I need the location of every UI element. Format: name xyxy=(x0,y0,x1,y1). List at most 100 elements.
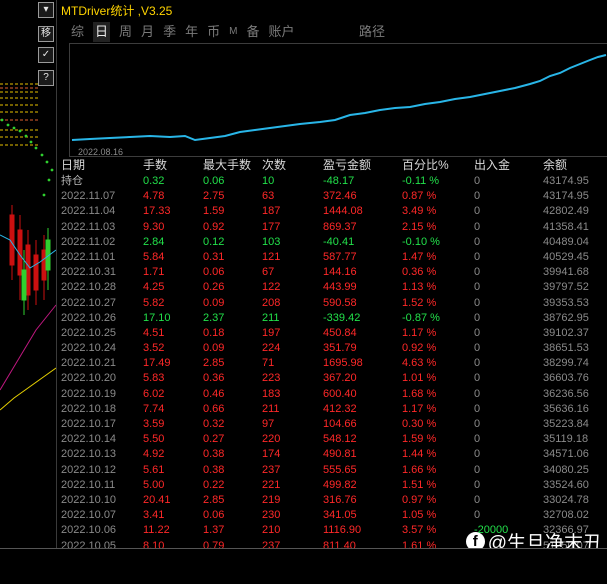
row-percent: 2.15 % xyxy=(402,220,437,233)
row-percent: 3.49 % xyxy=(402,205,437,218)
row-lots: 5.82 xyxy=(143,296,165,309)
table-row[interactable]: 2022.11.01 5.84 0.31 121 587.77 1.47 % 0 40529.… xyxy=(61,250,607,265)
move-button[interactable]: 移 xyxy=(38,26,54,42)
row-max-lots: 0.26 xyxy=(203,281,225,294)
tab-day[interactable]: 日 xyxy=(93,22,111,42)
row-pnl: 443.99 xyxy=(323,281,357,294)
row-count: 211 xyxy=(262,402,280,415)
daily-stats-table: 日期 手数 最大手数 次数 盈亏金额 百分比% 出入金 余额 持仓 0.32 0… xyxy=(61,158,607,584)
hold-lots: 0.32 xyxy=(143,175,165,187)
tab-quarter[interactable]: 季 xyxy=(163,22,176,42)
row-date: 2022.11.02 xyxy=(61,235,116,248)
row-lots: 4.51 xyxy=(143,326,165,339)
table-row[interactable]: 2022.11.03 9.30 0.92 177 869.37 2.15 % 0 41358.… xyxy=(61,220,607,235)
row-count: 220 xyxy=(262,433,281,446)
tab-overview[interactable]: 综 xyxy=(71,22,84,42)
table-row[interactable]: 2022.10.11 5.00 0.22 221 499.82 1.51 % 0 33524.… xyxy=(61,478,607,493)
table-row[interactable]: 2022.10.14 5.50 0.27 220 548.12 1.59 % 0 35119.… xyxy=(61,432,607,447)
row-balance: 32708.02 xyxy=(543,509,589,522)
tab-m[interactable]: M xyxy=(229,22,237,42)
row-percent: 0.92 % xyxy=(402,342,437,355)
equity-curve: 2022.08.16 xyxy=(69,43,607,157)
table-row[interactable]: 2022.10.19 6.02 0.46 183 600.40 1.68 % 0 36236.… xyxy=(61,387,607,402)
row-balance: 35119.18 xyxy=(543,433,589,446)
row-lots: 5.83 xyxy=(143,372,165,385)
table-row[interactable]: 2022.10.12 5.61 0.38 237 555.65 1.66 % 0 34080.… xyxy=(61,463,607,478)
row-pnl: 351.79 xyxy=(323,342,357,355)
row-max-lots: 0.38 xyxy=(203,448,225,461)
row-max-lots: 2.85 xyxy=(203,357,225,370)
table-row[interactable]: 2022.10.31 1.71 0.06 67 144.16 0.36 % 0 39941.6… xyxy=(61,265,607,280)
row-pnl: 144.16 xyxy=(323,266,357,279)
tab-year[interactable]: 年 xyxy=(185,22,198,42)
row-count: 71 xyxy=(262,357,275,370)
tab-path[interactable]: 路径 xyxy=(359,22,385,42)
table-row[interactable]: 2022.10.13 4.92 0.38 174 490.81 1.44 % 0 34571.… xyxy=(61,447,607,462)
curve-start-date: 2022.08.16 xyxy=(78,147,124,157)
row-balance: 35636.16 xyxy=(543,402,589,415)
table-row[interactable]: 2022.10.24 3.52 0.09 224 351.79 0.92 % 0 38651.… xyxy=(61,341,607,356)
col-max-lots: 最大手数 xyxy=(203,158,252,172)
row-deposit: 0 xyxy=(474,372,481,385)
holding-row[interactable]: 持仓 0.32 0.06 10 -48.17 -0.11 % 0 43174.9… xyxy=(61,174,607,189)
row-max-lots: 0.32 xyxy=(203,418,225,430)
tab-account[interactable]: 账户 xyxy=(268,22,294,42)
col-percent: 百分比% xyxy=(402,158,449,172)
row-count: 221 xyxy=(262,478,281,491)
col-date: 日期 xyxy=(61,158,86,172)
hold-max-lots: 0.06 xyxy=(203,175,225,187)
tab-notes[interactable]: 备 xyxy=(246,22,259,42)
row-lots: 3.52 xyxy=(143,342,165,355)
row-balance: 40489.04 xyxy=(543,235,589,248)
table-row[interactable]: 2022.11.07 4.78 2.75 63 372.46 0.87 % 0 43174.9… xyxy=(61,189,607,204)
row-pnl: 1116.90 xyxy=(323,524,362,537)
collapse-button[interactable]: ▾ xyxy=(38,2,54,18)
table-row[interactable]: 2022.10.17 3.59 0.32 97 104.66 0.30 % 0 35223.8… xyxy=(61,417,607,432)
row-deposit: 0 xyxy=(474,463,481,476)
row-deposit: 0 xyxy=(474,235,481,248)
table-row[interactable]: 2022.10.27 5.82 0.09 208 590.58 1.52 % 0 39353.… xyxy=(61,296,607,311)
hold-percent: -0.11 % xyxy=(402,175,440,187)
row-percent: 1.01 % xyxy=(402,372,437,385)
left-chart-strip: ▾ 移 ✓ ? xyxy=(0,0,56,548)
row-max-lots: 0.27 xyxy=(203,433,225,446)
table-row[interactable]: 2022.10.21 17.49 2.85 71 1695.98 4.63 % 0 38299… xyxy=(61,356,607,371)
row-percent: 1.51 % xyxy=(402,478,437,491)
col-lots: 手数 xyxy=(143,158,168,172)
table-row[interactable]: 2022.10.28 4.25 0.26 122 443.99 1.13 % 0 39797.… xyxy=(61,280,607,295)
row-pnl: 490.81 xyxy=(323,448,357,461)
help-button[interactable]: ? xyxy=(38,70,54,86)
table-row[interactable]: 2022.10.25 4.51 0.18 197 450.84 1.17 % 0 39102.… xyxy=(61,326,607,341)
tab-currency[interactable]: 币 xyxy=(207,22,220,42)
table-row[interactable]: 2022.10.20 5.83 0.36 223 367.20 1.01 % 0 36603.… xyxy=(61,371,607,386)
table-row[interactable]: 2022.10.10 20.41 2.85 219 316.76 0.97 % 0 33024… xyxy=(61,493,607,508)
tab-month[interactable]: 月 xyxy=(141,22,154,42)
row-pnl: 372.46 xyxy=(323,190,357,203)
row-percent: 0.97 % xyxy=(402,493,437,506)
row-max-lots: 0.06 xyxy=(203,509,225,522)
row-lots: 9.30 xyxy=(143,220,165,233)
table-row[interactable]: 2022.10.26 17.10 2.37 211 -339.42 -0.87 % 0 387… xyxy=(61,311,607,326)
table-row[interactable]: 2022.11.02 2.84 0.12 103 -40.41 -0.10 % 0 40489… xyxy=(61,235,607,250)
confirm-button[interactable]: ✓ xyxy=(38,47,54,63)
hold-label: 持仓 xyxy=(61,175,83,187)
row-percent: 0.30 % xyxy=(402,418,437,430)
row-pnl: 548.12 xyxy=(323,433,357,446)
hold-balance: 43174.95 xyxy=(543,175,589,187)
col-balance: 余额 xyxy=(543,158,568,172)
hold-pnl: -48.17 xyxy=(323,175,355,187)
row-pnl: 1444.08 xyxy=(323,205,363,218)
row-balance: 33524.60 xyxy=(543,478,589,491)
tab-week[interactable]: 周 xyxy=(119,22,132,42)
row-percent: 1.59 % xyxy=(402,433,437,446)
row-balance: 42802.49 xyxy=(543,205,589,218)
row-deposit: 0 xyxy=(474,509,481,522)
table-row[interactable]: 2022.10.18 7.74 0.66 211 412.32 1.17 % 0 35636.… xyxy=(61,402,607,417)
row-date: 2022.10.26 xyxy=(61,311,117,324)
row-date: 2022.10.27 xyxy=(61,296,117,309)
table-row[interactable]: 2022.11.04 17.33 1.59 187 1444.08 3.49 % 0 4280… xyxy=(61,204,607,219)
row-pnl: 869.37 xyxy=(323,220,357,233)
row-percent: 1.52 % xyxy=(402,296,437,309)
table-row[interactable]: 2022.10.07 3.41 0.06 230 341.05 1.05 % 0 32708.… xyxy=(61,508,607,523)
row-lots: 4.25 xyxy=(143,281,165,294)
